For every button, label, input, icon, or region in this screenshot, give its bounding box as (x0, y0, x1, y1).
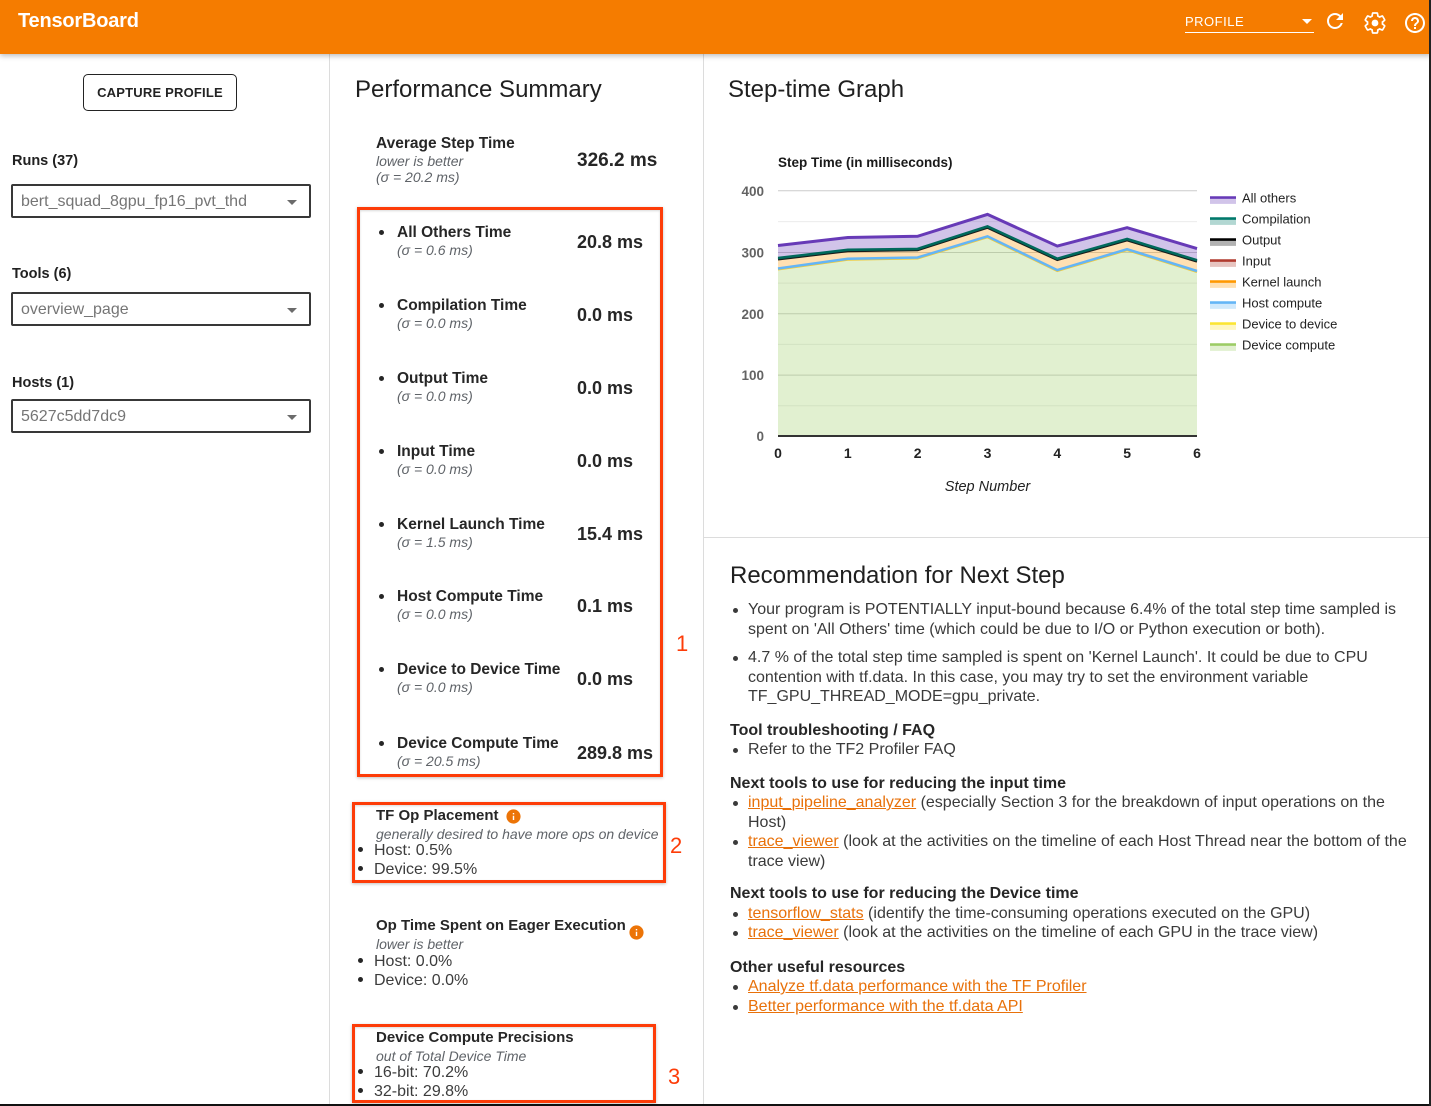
svg-text:Input: Input (1242, 254, 1271, 269)
svg-text:Compilation: Compilation (1242, 212, 1311, 227)
svg-text:6: 6 (1193, 445, 1201, 461)
svg-text:Host compute: Host compute (1242, 296, 1322, 311)
svg-text:300: 300 (741, 246, 764, 261)
svg-text:Output: Output (1242, 233, 1281, 248)
svg-text:4: 4 (1053, 445, 1061, 461)
svg-text:All others: All others (1242, 191, 1297, 206)
svg-text:Device to device: Device to device (1242, 317, 1337, 332)
svg-text:400: 400 (741, 184, 764, 199)
svg-text:0: 0 (774, 445, 782, 461)
svg-text:200: 200 (741, 307, 764, 322)
svg-text:Kernel launch: Kernel launch (1242, 275, 1322, 290)
svg-text:3: 3 (984, 445, 992, 461)
svg-text:Step Number: Step Number (945, 479, 1032, 495)
svg-text:1: 1 (844, 445, 852, 461)
svg-text:2: 2 (914, 445, 922, 461)
svg-text:100: 100 (741, 368, 764, 383)
svg-text:0: 0 (756, 429, 764, 444)
svg-text:5: 5 (1123, 445, 1131, 461)
svg-text:Step Time (in milliseconds): Step Time (in milliseconds) (778, 155, 953, 170)
svg-text:Device compute: Device compute (1242, 338, 1335, 353)
